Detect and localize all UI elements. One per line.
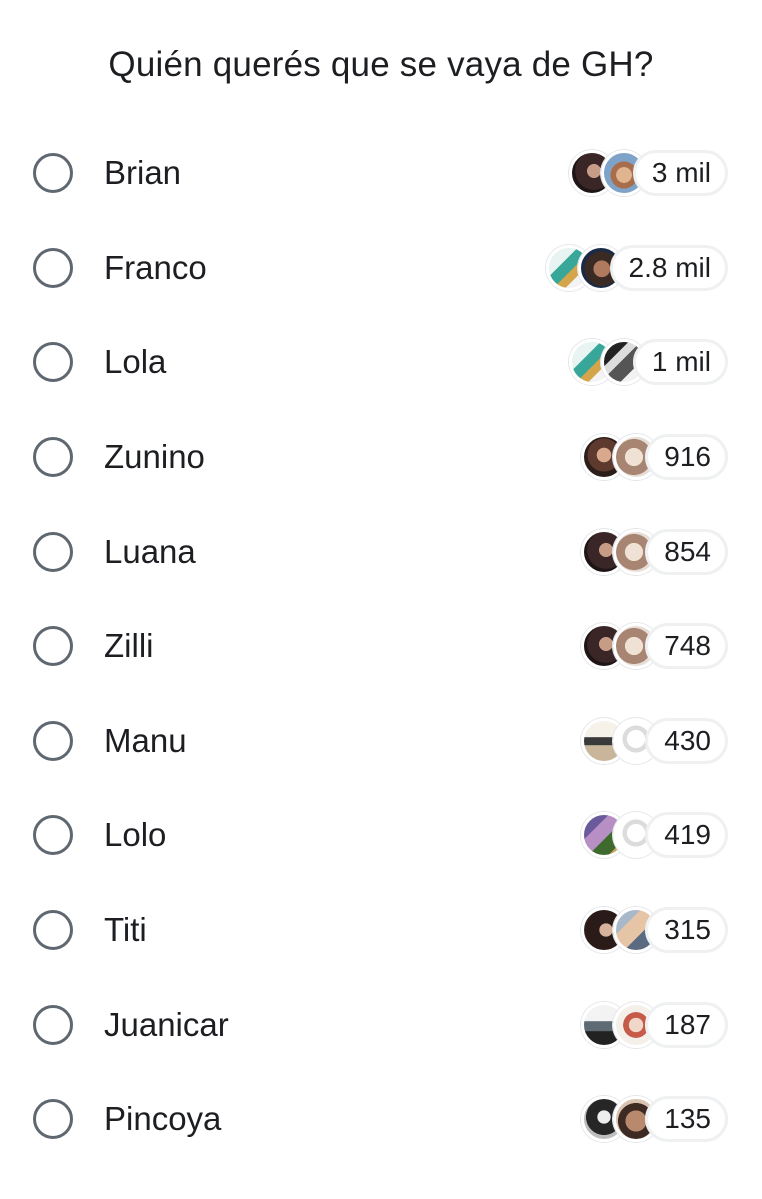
option-label: Titi (104, 911, 147, 949)
radio-button[interactable] (33, 815, 73, 856)
vote-summary[interactable]: 3 mil (568, 149, 728, 197)
vote-count: 1 mil (632, 339, 728, 386)
option-label: Pincoya (104, 1100, 222, 1138)
vote-count: 2.8 mil (609, 244, 728, 291)
vote-count: 3 mil (632, 150, 728, 197)
radio-button[interactable] (33, 1004, 73, 1045)
vote-count: 187 (645, 1001, 728, 1048)
option-label: Zunino (104, 438, 205, 476)
vote-count: 430 (645, 717, 728, 764)
poll-option[interactable]: Juanicar 187 (0, 977, 762, 1072)
poll-option[interactable]: Zunino 916 (0, 410, 762, 505)
vote-summary[interactable]: 135 (581, 1095, 728, 1143)
poll-question: Quién querés que se vaya de GH? (108, 45, 654, 84)
option-label: Luana (104, 532, 196, 570)
vote-summary[interactable]: 748 (581, 622, 728, 670)
vote-count: 419 (645, 812, 728, 859)
option-label: Zilli (104, 627, 154, 665)
radio-button[interactable] (33, 910, 73, 951)
option-label: Lolo (104, 816, 167, 854)
radio-button[interactable] (33, 531, 73, 572)
vote-summary[interactable]: 187 (581, 1001, 728, 1049)
radio-button[interactable] (33, 153, 73, 194)
option-label: Juanicar (104, 1005, 229, 1043)
option-label: Manu (104, 721, 187, 759)
poll-options: Brian 3 mil Franco 2.8 mil Lola 1 mil Zu… (0, 126, 762, 1167)
vote-count: 315 (645, 907, 728, 954)
option-label: Franco (104, 248, 207, 286)
vote-summary[interactable]: 315 (581, 906, 728, 954)
poll-option[interactable]: Franco 2.8 mil (0, 221, 762, 316)
option-label: Brian (104, 154, 182, 192)
vote-summary[interactable]: 916 (581, 433, 728, 481)
vote-count: 916 (645, 434, 728, 481)
vote-summary[interactable]: 430 (581, 717, 728, 765)
poll-option[interactable]: Luana 854 (0, 504, 762, 599)
poll-option[interactable]: Titi 315 (0, 883, 762, 978)
radio-button[interactable] (33, 247, 73, 288)
vote-summary[interactable]: 419 (581, 811, 728, 859)
poll-option[interactable]: Lolo 419 (0, 788, 762, 883)
vote-summary[interactable]: 1 mil (568, 338, 728, 386)
radio-button[interactable] (33, 720, 73, 761)
option-label: Lola (104, 343, 167, 381)
vote-count: 854 (645, 528, 728, 575)
radio-button[interactable] (33, 437, 73, 478)
vote-summary[interactable]: 2.8 mil (545, 244, 728, 292)
radio-button[interactable] (33, 342, 73, 383)
poll-option[interactable]: Pincoya 135 (0, 1072, 762, 1167)
poll-option[interactable]: Lola 1 mil (0, 315, 762, 410)
radio-button[interactable] (33, 626, 73, 667)
vote-count: 748 (645, 623, 728, 670)
radio-button[interactable] (33, 1099, 73, 1140)
poll-option[interactable]: Zilli 748 (0, 599, 762, 694)
poll-option[interactable]: Brian 3 mil (0, 126, 762, 221)
poll-option[interactable]: Manu 430 (0, 694, 762, 789)
vote-summary[interactable]: 854 (581, 528, 728, 576)
vote-count: 135 (645, 1096, 728, 1143)
